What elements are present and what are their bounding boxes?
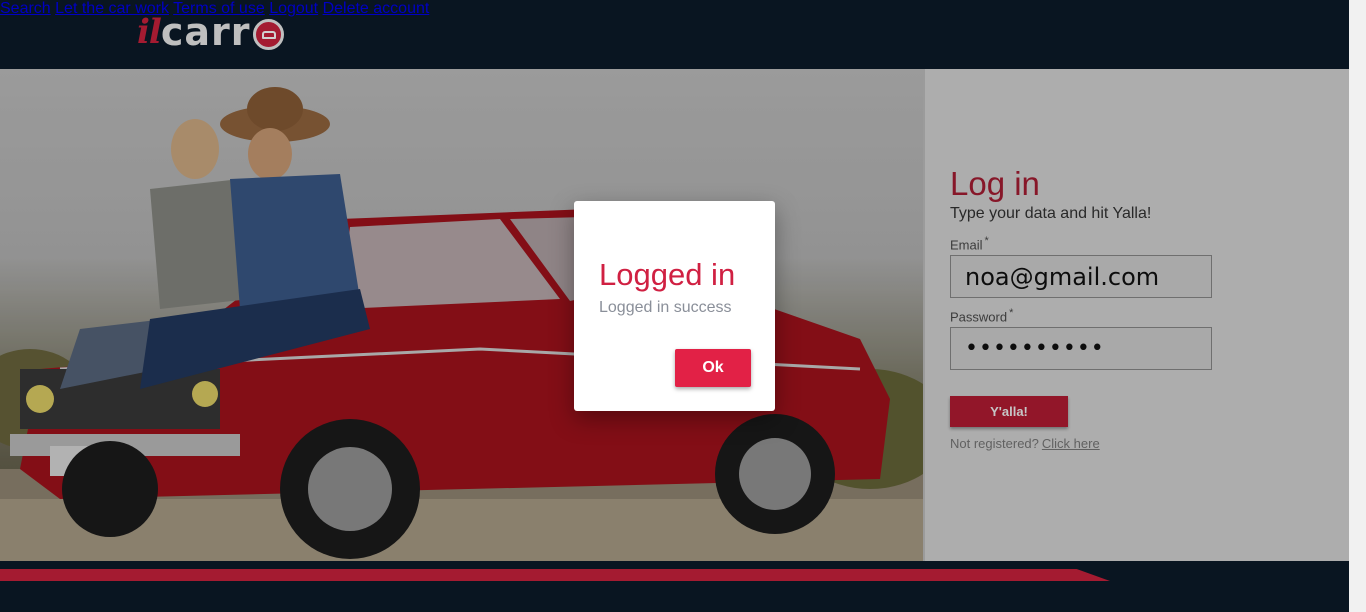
ok-button[interactable]: Ok — [675, 349, 751, 387]
dialog-message: Logged in success — [599, 299, 732, 316]
logged-in-dialog: Logged in Logged in success Ok — [574, 201, 775, 411]
dialog-title: Logged in — [599, 257, 736, 292]
scrollbar[interactable] — [1349, 0, 1366, 612]
